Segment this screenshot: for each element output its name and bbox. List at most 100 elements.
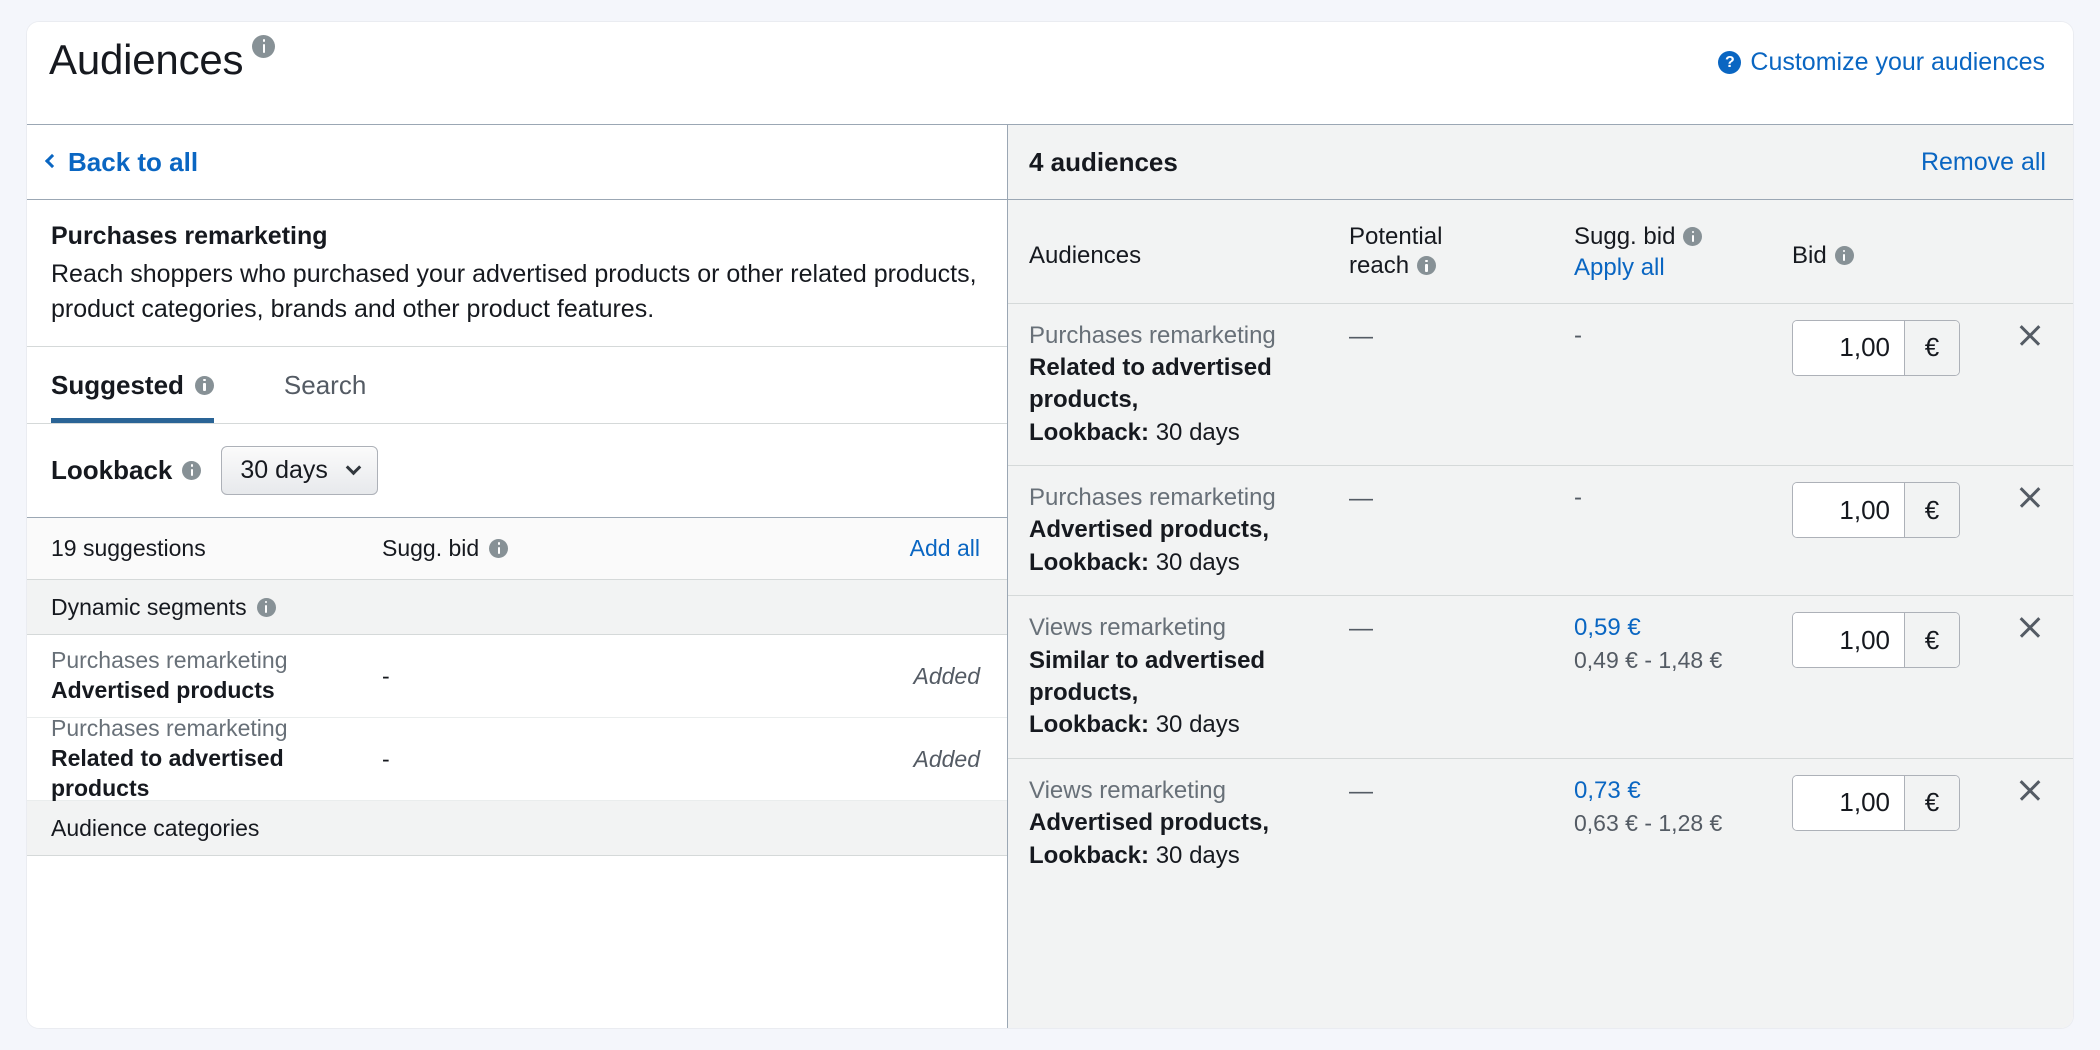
suggestion-name-cell: Purchases remarketing Related to adverti… bbox=[27, 714, 382, 803]
sugg-bid-range: 0,63 € - 1,28 € bbox=[1574, 810, 1723, 837]
back-row: Back to all bbox=[27, 125, 1007, 200]
apply-all-link[interactable]: Apply all bbox=[1574, 253, 1792, 282]
bid-input-value[interactable]: 1,00 bbox=[1793, 775, 1904, 830]
close-icon[interactable] bbox=[2017, 777, 2043, 803]
info-icon[interactable] bbox=[194, 375, 214, 395]
lookback-label: Lookback bbox=[51, 455, 202, 486]
bid-label-wrap: Bid bbox=[1792, 241, 1854, 270]
question-circle-icon: ? bbox=[1718, 51, 1742, 74]
audience-name-text: Similar to advertised products, bbox=[1029, 646, 1266, 707]
sugg-bid-value[interactable]: 0,59 € bbox=[1574, 612, 1792, 643]
page-title: Audiences bbox=[49, 35, 276, 84]
audience-name-text: Advertised products, bbox=[1029, 516, 1270, 544]
potential-reach-cell: — bbox=[1349, 482, 1574, 579]
audience-name-text: Advertised products, bbox=[1029, 809, 1270, 837]
suggestions-count: 19 suggestions bbox=[51, 535, 206, 561]
suggestion-name: Advertised products bbox=[51, 676, 275, 703]
bid-input-value[interactable]: 1,00 bbox=[1793, 613, 1904, 668]
lookback-label: Lookback: bbox=[1029, 548, 1150, 576]
group-audience-categories[interactable]: Audience categories bbox=[27, 801, 1007, 856]
tab-search-label: Search bbox=[283, 369, 367, 400]
chevron-left-icon bbox=[44, 153, 60, 169]
bid-input[interactable]: 1,00 € bbox=[1792, 482, 1960, 539]
bid-cell: 1,00 € bbox=[1792, 612, 2012, 742]
audience-name: Advertised products, bbox=[1029, 514, 1349, 546]
lookback-dropdown[interactable]: 30 days bbox=[221, 446, 378, 495]
audience-cell: Views remarketing Similar to advertised … bbox=[1029, 612, 1349, 742]
potential-reach-cell: — bbox=[1349, 320, 1574, 450]
potential-reach-value: — bbox=[1349, 777, 1373, 805]
page-title-text: Audiences bbox=[49, 36, 244, 83]
tab-search[interactable]: Search bbox=[284, 347, 366, 423]
bid-currency-suffix: € bbox=[1904, 613, 1959, 668]
potential-reach-cell: — bbox=[1349, 612, 1574, 742]
selected-audiences-table-header: Audiences Potential reach Sugg. bid Appl… bbox=[1008, 200, 2073, 304]
audience-cell: Purchases remarketing Advertised product… bbox=[1029, 482, 1349, 579]
suggestions-suggbid-label: Sugg. bid bbox=[382, 535, 480, 561]
suggestion-row[interactable]: Purchases remarketing Advertised product… bbox=[27, 635, 1007, 718]
bid-input-value[interactable]: 1,00 bbox=[1793, 320, 1904, 375]
sugg-bid-value[interactable]: 0,73 € bbox=[1574, 775, 1792, 806]
customize-audiences-label: Customize your audiences bbox=[1750, 48, 2045, 76]
column-header-bid: Bid bbox=[1792, 222, 2012, 283]
info-icon[interactable] bbox=[1834, 246, 1854, 266]
bid-input[interactable]: 1,00 € bbox=[1792, 319, 1960, 376]
suggestion-name: Related to advertised products bbox=[51, 744, 284, 801]
info-icon[interactable] bbox=[182, 461, 202, 480]
audience-detail: Purchases remarketing Reach shoppers who… bbox=[27, 200, 1007, 347]
lookback-label: Lookback: bbox=[1029, 841, 1150, 869]
bid-input-value[interactable]: 1,00 bbox=[1793, 483, 1904, 538]
sugg-bid-cell: 0,59 € 0,49 € - 1,48 € bbox=[1574, 612, 1792, 742]
audience-category: Views remarketing bbox=[1029, 614, 1226, 642]
audience-name-text: Related to advertised products, bbox=[1029, 353, 1272, 414]
tab-suggested[interactable]: Suggested bbox=[51, 347, 214, 423]
selected-audiences-count: 4 audiences bbox=[1029, 146, 1178, 177]
customize-audiences-link[interactable]: ? Customize your audiences bbox=[1718, 48, 2045, 77]
lookback-label: Lookback: bbox=[1029, 711, 1150, 739]
info-icon[interactable] bbox=[1683, 227, 1703, 247]
card-body: Back to all Purchases remarketing Reach … bbox=[27, 125, 2073, 1028]
lookback-value: 30 days bbox=[1155, 841, 1240, 869]
add-all-link[interactable]: Add all bbox=[910, 535, 980, 561]
suggestions-header: 19 suggestions Sugg. bid Add all bbox=[27, 518, 1007, 580]
audience-lookback: Lookback: 30 days bbox=[1029, 840, 1349, 872]
left-panel: Back to all Purchases remarketing Reach … bbox=[27, 125, 1008, 1028]
bid-input[interactable]: 1,00 € bbox=[1792, 612, 1960, 669]
close-icon[interactable] bbox=[2017, 614, 2043, 640]
sugg-bid-range: 0,49 € - 1,48 € bbox=[1574, 647, 1723, 674]
selected-audiences-header: 4 audiences Remove all bbox=[1008, 125, 2073, 200]
card-header: Audiences ? Customize your audiences bbox=[27, 22, 2073, 125]
info-icon[interactable] bbox=[256, 597, 276, 617]
back-to-all-link[interactable]: Back to all bbox=[44, 147, 198, 178]
audience-name: Advertised products, bbox=[1029, 807, 1349, 839]
lookback-value: 30 days bbox=[1155, 548, 1240, 576]
sugg-bid-cell: - bbox=[1574, 482, 1792, 579]
table-row: Views remarketing Advertised products, L… bbox=[1008, 758, 2073, 888]
info-icon[interactable] bbox=[1417, 256, 1437, 276]
lookback-label-text: Lookback bbox=[51, 455, 173, 485]
audience-cell: Views remarketing Advertised products, L… bbox=[1029, 775, 1349, 872]
info-icon[interactable] bbox=[252, 35, 276, 58]
suggestion-row[interactable]: Purchases remarketing Related to adverti… bbox=[27, 715, 1007, 801]
audience-lookback: Lookback: 30 days bbox=[1029, 417, 1349, 449]
add-all-cell: Add all bbox=[672, 535, 1007, 562]
bid-cell: 1,00 € bbox=[1792, 482, 2012, 579]
audience-detail-text: Reach shoppers who purchased your advert… bbox=[51, 260, 977, 323]
sugg-bid-cell: - bbox=[1574, 320, 1792, 450]
tab-suggested-label: Suggested bbox=[51, 369, 184, 400]
sugg-bid-label: Sugg. bid bbox=[1574, 223, 1676, 250]
close-icon[interactable] bbox=[2017, 484, 2043, 510]
info-icon[interactable] bbox=[489, 539, 509, 558]
audiences-card: Audiences ? Customize your audiences Bac… bbox=[27, 22, 2073, 1028]
lookback-value: 30 days bbox=[1155, 418, 1240, 446]
close-icon[interactable] bbox=[2017, 322, 2043, 348]
potential-reach-value: — bbox=[1349, 615, 1373, 643]
lookback-row: Lookback 30 days bbox=[27, 424, 1007, 518]
bid-label: Bid bbox=[1792, 242, 1827, 269]
audience-category: Purchases remarketing bbox=[1029, 321, 1276, 349]
bid-input[interactable]: 1,00 € bbox=[1792, 774, 1960, 831]
suggestion-sugg-bid: - bbox=[382, 745, 390, 772]
column-header-potential-reach: Potential reach bbox=[1349, 222, 1574, 283]
table-row: Views remarketing Similar to advertised … bbox=[1008, 596, 2073, 759]
remove-all-link[interactable]: Remove all bbox=[1921, 148, 2046, 177]
